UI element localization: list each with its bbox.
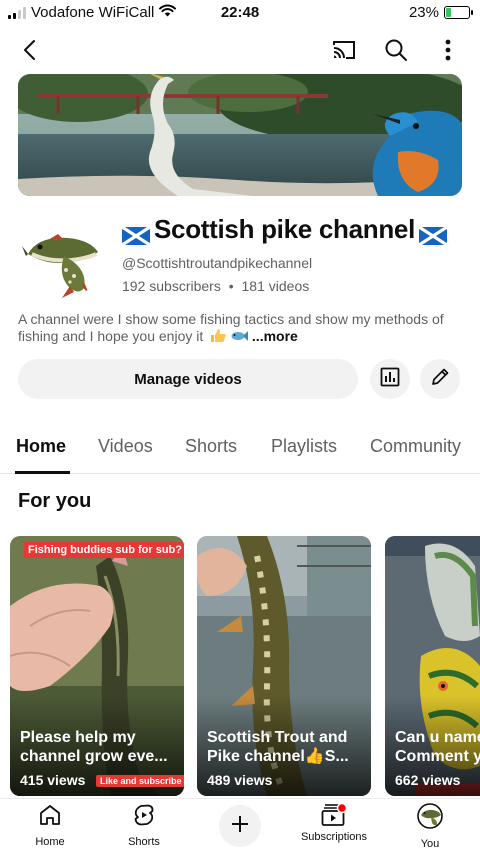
subscriptions-icon bbox=[321, 802, 348, 827]
nav-shorts-label: Shorts bbox=[128, 836, 160, 848]
battery-percent: 23% bbox=[408, 4, 439, 21]
short-card[interactable]: Scottish Trout and Pike channel👍S... 489… bbox=[197, 536, 371, 796]
card-views: 489 views bbox=[207, 772, 273, 788]
overlay-top-text: Fishing buddies sub for sub? bbox=[24, 542, 184, 558]
search-icon[interactable] bbox=[378, 32, 414, 68]
manage-videos-button[interactable]: Manage videos bbox=[18, 359, 358, 399]
channel-banner-image bbox=[18, 74, 462, 196]
top-app-bar bbox=[0, 30, 480, 70]
channel-avatar[interactable] bbox=[18, 216, 102, 300]
active-tab-indicator bbox=[15, 471, 70, 474]
overlay-bottom-text: Like and subscribe bbox=[96, 775, 184, 787]
nav-you[interactable]: You bbox=[382, 803, 478, 850]
card-views: 415 views bbox=[20, 772, 86, 788]
thumbs-up-icon bbox=[210, 328, 226, 343]
bottom-navigation: Home Shorts Subscriptions You bbox=[0, 798, 480, 852]
back-arrow-icon[interactable] bbox=[12, 32, 48, 68]
create-button[interactable] bbox=[219, 805, 261, 847]
scotland-flag-icon bbox=[121, 221, 151, 246]
edit-channel-button[interactable] bbox=[420, 359, 460, 399]
avatar bbox=[417, 803, 443, 834]
tab-community[interactable]: Community bbox=[370, 436, 461, 457]
short-card[interactable]: Fishing buddies sub for sub? Please help… bbox=[10, 536, 184, 796]
more-vert-icon[interactable] bbox=[430, 32, 466, 68]
status-bar: Vodafone WiFiCall 22:48 23% bbox=[0, 0, 480, 26]
stats-separator: • bbox=[228, 278, 234, 294]
card-title: Scottish Trout and Pike channel👍S... bbox=[207, 729, 349, 765]
card-title: Can u name Comment y bbox=[395, 729, 480, 765]
channel-handle: @Scottishtroutandpikechannel bbox=[122, 255, 313, 271]
nav-subscriptions[interactable]: Subscriptions bbox=[286, 802, 382, 843]
nav-you-label: You bbox=[420, 838, 440, 850]
description-more-link[interactable]: ...more bbox=[252, 328, 298, 344]
battery-icon bbox=[444, 6, 473, 19]
section-title: For you bbox=[18, 490, 92, 512]
video-count: 181 videos bbox=[241, 278, 310, 294]
nav-home-label: Home bbox=[35, 836, 65, 848]
tab-playlists[interactable]: Playlists bbox=[271, 436, 337, 457]
channel-description[interactable]: A channel were I show some fishing tacti… bbox=[18, 311, 462, 345]
nav-home[interactable]: Home bbox=[2, 803, 98, 848]
card-title: Please help my channel grow eve... bbox=[20, 729, 168, 765]
edit-pencil-icon bbox=[430, 367, 450, 392]
scotland-flag-icon bbox=[418, 221, 448, 246]
tab-shorts[interactable]: Shorts bbox=[185, 436, 237, 457]
home-icon bbox=[38, 803, 62, 832]
channel-name: Scottish pike channel bbox=[121, 214, 448, 246]
cast-icon[interactable] bbox=[326, 32, 362, 68]
nav-shorts[interactable]: Shorts bbox=[96, 803, 192, 848]
channel-stats: 192 subscribers • 181 videos bbox=[122, 278, 309, 294]
plus-icon bbox=[230, 814, 250, 839]
fish-icon bbox=[230, 329, 249, 341]
card-views: 662 views bbox=[395, 772, 461, 788]
status-right: 23% bbox=[408, 4, 473, 21]
nav-subscriptions-label: Subscriptions bbox=[300, 831, 368, 843]
subscriber-count: 192 subscribers bbox=[122, 278, 221, 294]
channel-tabs: Home Videos Shorts Playlists Community bbox=[0, 424, 480, 474]
channel-name-text: Scottish pike channel bbox=[154, 214, 415, 244]
tab-videos[interactable]: Videos bbox=[98, 436, 153, 457]
analytics-icon bbox=[380, 367, 400, 392]
tab-home[interactable]: Home bbox=[16, 436, 66, 457]
analytics-button[interactable] bbox=[370, 359, 410, 399]
shorts-icon bbox=[132, 803, 156, 832]
short-card[interactable]: Can u name Comment y 662 views bbox=[385, 536, 480, 796]
